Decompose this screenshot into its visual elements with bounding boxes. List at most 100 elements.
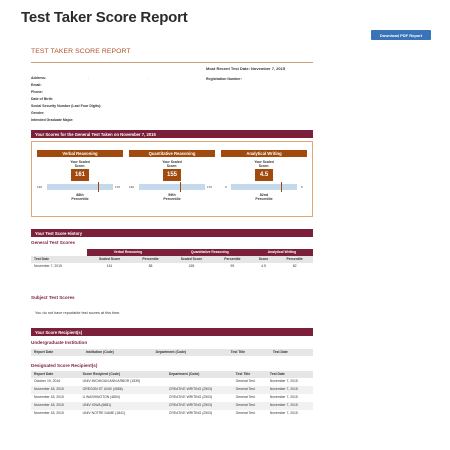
table-cell: October 19, 2016 (34, 379, 61, 383)
column-header: Score Recipient (Code) (79, 371, 166, 378)
blank-header-cell (31, 249, 87, 256)
table-cell: November 7, 2015 (266, 402, 313, 410)
bar-min-label: 130 (37, 185, 43, 189)
analytical-writing-score-value: 4.5 (255, 169, 273, 181)
table-cell: November 7, 2015 (266, 386, 313, 394)
table-cell: 88 (148, 264, 153, 268)
scaled-score-label: Your Scaled Score: (162, 160, 182, 168)
bar-track (47, 184, 113, 190)
table-cell: November 18, 2015 (31, 402, 80, 410)
verbal-score-card: Verbal Reasoning Your Scaled Score: 161 … (37, 150, 123, 201)
table-cell: November 18, 2015 (31, 386, 80, 394)
table-cell: November 18, 2015 (34, 395, 64, 399)
report-title: TEST TAKER SCORE REPORT (31, 48, 131, 55)
table-row: November 18, 2015 U WASHINGTON (4854) CR… (31, 394, 313, 402)
table-row: October 19, 2016 UNIV MICHIGAN ANN ARBOR… (31, 378, 313, 386)
bar-max-label: 6 (301, 185, 303, 189)
table-cell: November 7, 2015 (269, 411, 298, 415)
address-label: Address: (31, 76, 47, 80)
analytical-writing-percentile: 82nd Percentile (255, 193, 273, 201)
general-test-scores-heading: General Test Scores (31, 240, 76, 245)
undergraduate-table: Report Date Institution (Code) Departmen… (31, 349, 313, 356)
registration-number-label: Registration Number: (206, 77, 242, 81)
table-cell (166, 378, 233, 386)
report-heading: TEST TAKER SCORE REPORT (31, 48, 313, 55)
general-scores-panel: Verbal Reasoning Your Scaled Score: 161 … (31, 141, 313, 217)
table-cell: CREATIVE WRITING (2503) (168, 411, 213, 415)
table-cell: U WASHINGTON (4854) (82, 395, 120, 399)
column-header: Institution (Code) (82, 349, 153, 356)
download-pdf-button[interactable]: Download PDF Report (371, 30, 431, 40)
quantitative-score-value: 155 (163, 169, 181, 181)
table-cell: General Test (235, 411, 255, 415)
column-header: Report Date (31, 371, 80, 378)
designated-recipients-table: Report Date Score Recipient (Code) Depar… (31, 371, 313, 418)
column-header: Department (Code) (152, 349, 228, 356)
scaled-score-label: Your Scaled Score: (70, 160, 90, 168)
quantitative-percentile: 59th Percentile (163, 193, 181, 201)
table-row: November 7, 2015 161 88 155 59 4.5 82 (31, 263, 313, 270)
table-row: November 18, 2015 UNIV IOWA (6681) CREAT… (31, 402, 313, 410)
score-history-section-bar: Your Test Score History (31, 229, 313, 237)
bar-min-label: 130 (129, 185, 135, 189)
table-cell: 4.5 (261, 264, 266, 268)
bar-track (231, 184, 297, 190)
table-row: November 18, 2015 UNIV NOTRE DAME (1841)… (31, 410, 313, 418)
column-header: Test Title (232, 371, 267, 378)
general-scores-section-bar: Your Scores for the General Test Taken o… (31, 130, 313, 138)
verbal-score-bar: 130 170 (37, 182, 123, 192)
group-header-quantitative: Quantitative Reasoning (168, 249, 251, 256)
table-cell: General Test (232, 402, 267, 410)
column-header: Department (Code) (165, 371, 233, 378)
bar-max-label: 170 (115, 185, 121, 189)
column-header: Test Title (227, 349, 270, 356)
address-redacted-dot: . (148, 76, 149, 80)
column-header: Percentile (132, 256, 169, 263)
analytical-writing-score-header: Analytical Writing (221, 150, 307, 157)
table-cell: 82 (292, 264, 297, 268)
table-column-header: Report Date Institution (Code) Departmen… (31, 349, 313, 356)
group-header-verbal: Verbal Reasoning (87, 249, 169, 256)
verbal-score-header: Verbal Reasoning (37, 150, 123, 157)
general-history-table: Verbal Reasoning Quantitative Reasoning … (31, 249, 313, 270)
table-cell: OREGON ST UNIV (4586) (79, 386, 166, 394)
analytical-writing-score-card: Analytical Writing Your Scaled Score: 4.… (221, 150, 307, 201)
column-header: Test Date (269, 349, 313, 356)
table-cell: November 18, 2015 (34, 411, 64, 415)
no-subject-scores-text: You do not have reportable test scores a… (35, 311, 121, 315)
table-cell: CREATIVE WRITING (2503) (165, 402, 233, 410)
column-header: Score (250, 256, 277, 263)
quantitative-score-header: Quantitative Reasoning (129, 150, 215, 157)
table-group-header: Verbal Reasoning Quantitative Reasoning … (31, 249, 313, 256)
column-header: Test Date (31, 256, 88, 263)
bar-track (139, 184, 205, 190)
verbal-percentile: 88th Percentile (71, 193, 89, 201)
table-cell: November 7, 2015 (269, 395, 298, 399)
email-label: Email: (31, 83, 42, 87)
table-cell: General Test (235, 395, 255, 399)
ssn-label: Social Security Number (Last Four Digits… (31, 104, 102, 108)
column-header: Scaled Score (87, 256, 133, 263)
quantitative-score-card: Quantitative Reasoning Your Scaled Score… (129, 150, 215, 201)
table-cell: CREATIVE WRITING (2503) (165, 386, 233, 394)
score-marker (180, 182, 182, 192)
intended-major-label: Intended Graduate Major: (31, 118, 74, 122)
table-cell: 59 (230, 264, 235, 268)
phone-label: Phone: (31, 90, 43, 94)
date-of-birth-label: Date of Birth: (31, 97, 54, 101)
group-header-analytical: Analytical Writing (250, 249, 313, 256)
score-marker (280, 182, 282, 192)
score-marker (98, 182, 100, 192)
table-column-header: Report Date Score Recipient (Code) Depar… (31, 371, 313, 378)
bar-max-label: 170 (207, 185, 213, 189)
designated-recipients-heading: Designated Score Recipient(s) (31, 363, 98, 368)
table-row: November 18, 2015 OREGON ST UNIV (4586) … (31, 386, 313, 394)
verbal-score-value: 161 (71, 169, 89, 181)
table-cell: CREATIVE WRITING (2503) (168, 395, 213, 399)
table-cell: November 7, 2015 (34, 264, 62, 268)
subject-test-scores-heading: Subject Test Scores (31, 295, 75, 300)
table-cell: 161 (106, 264, 113, 268)
column-header: Percentile (276, 256, 313, 263)
gender-label: Gender: (31, 111, 45, 115)
table-cell: UNIV NOTRE DAME (1841) (82, 411, 126, 415)
